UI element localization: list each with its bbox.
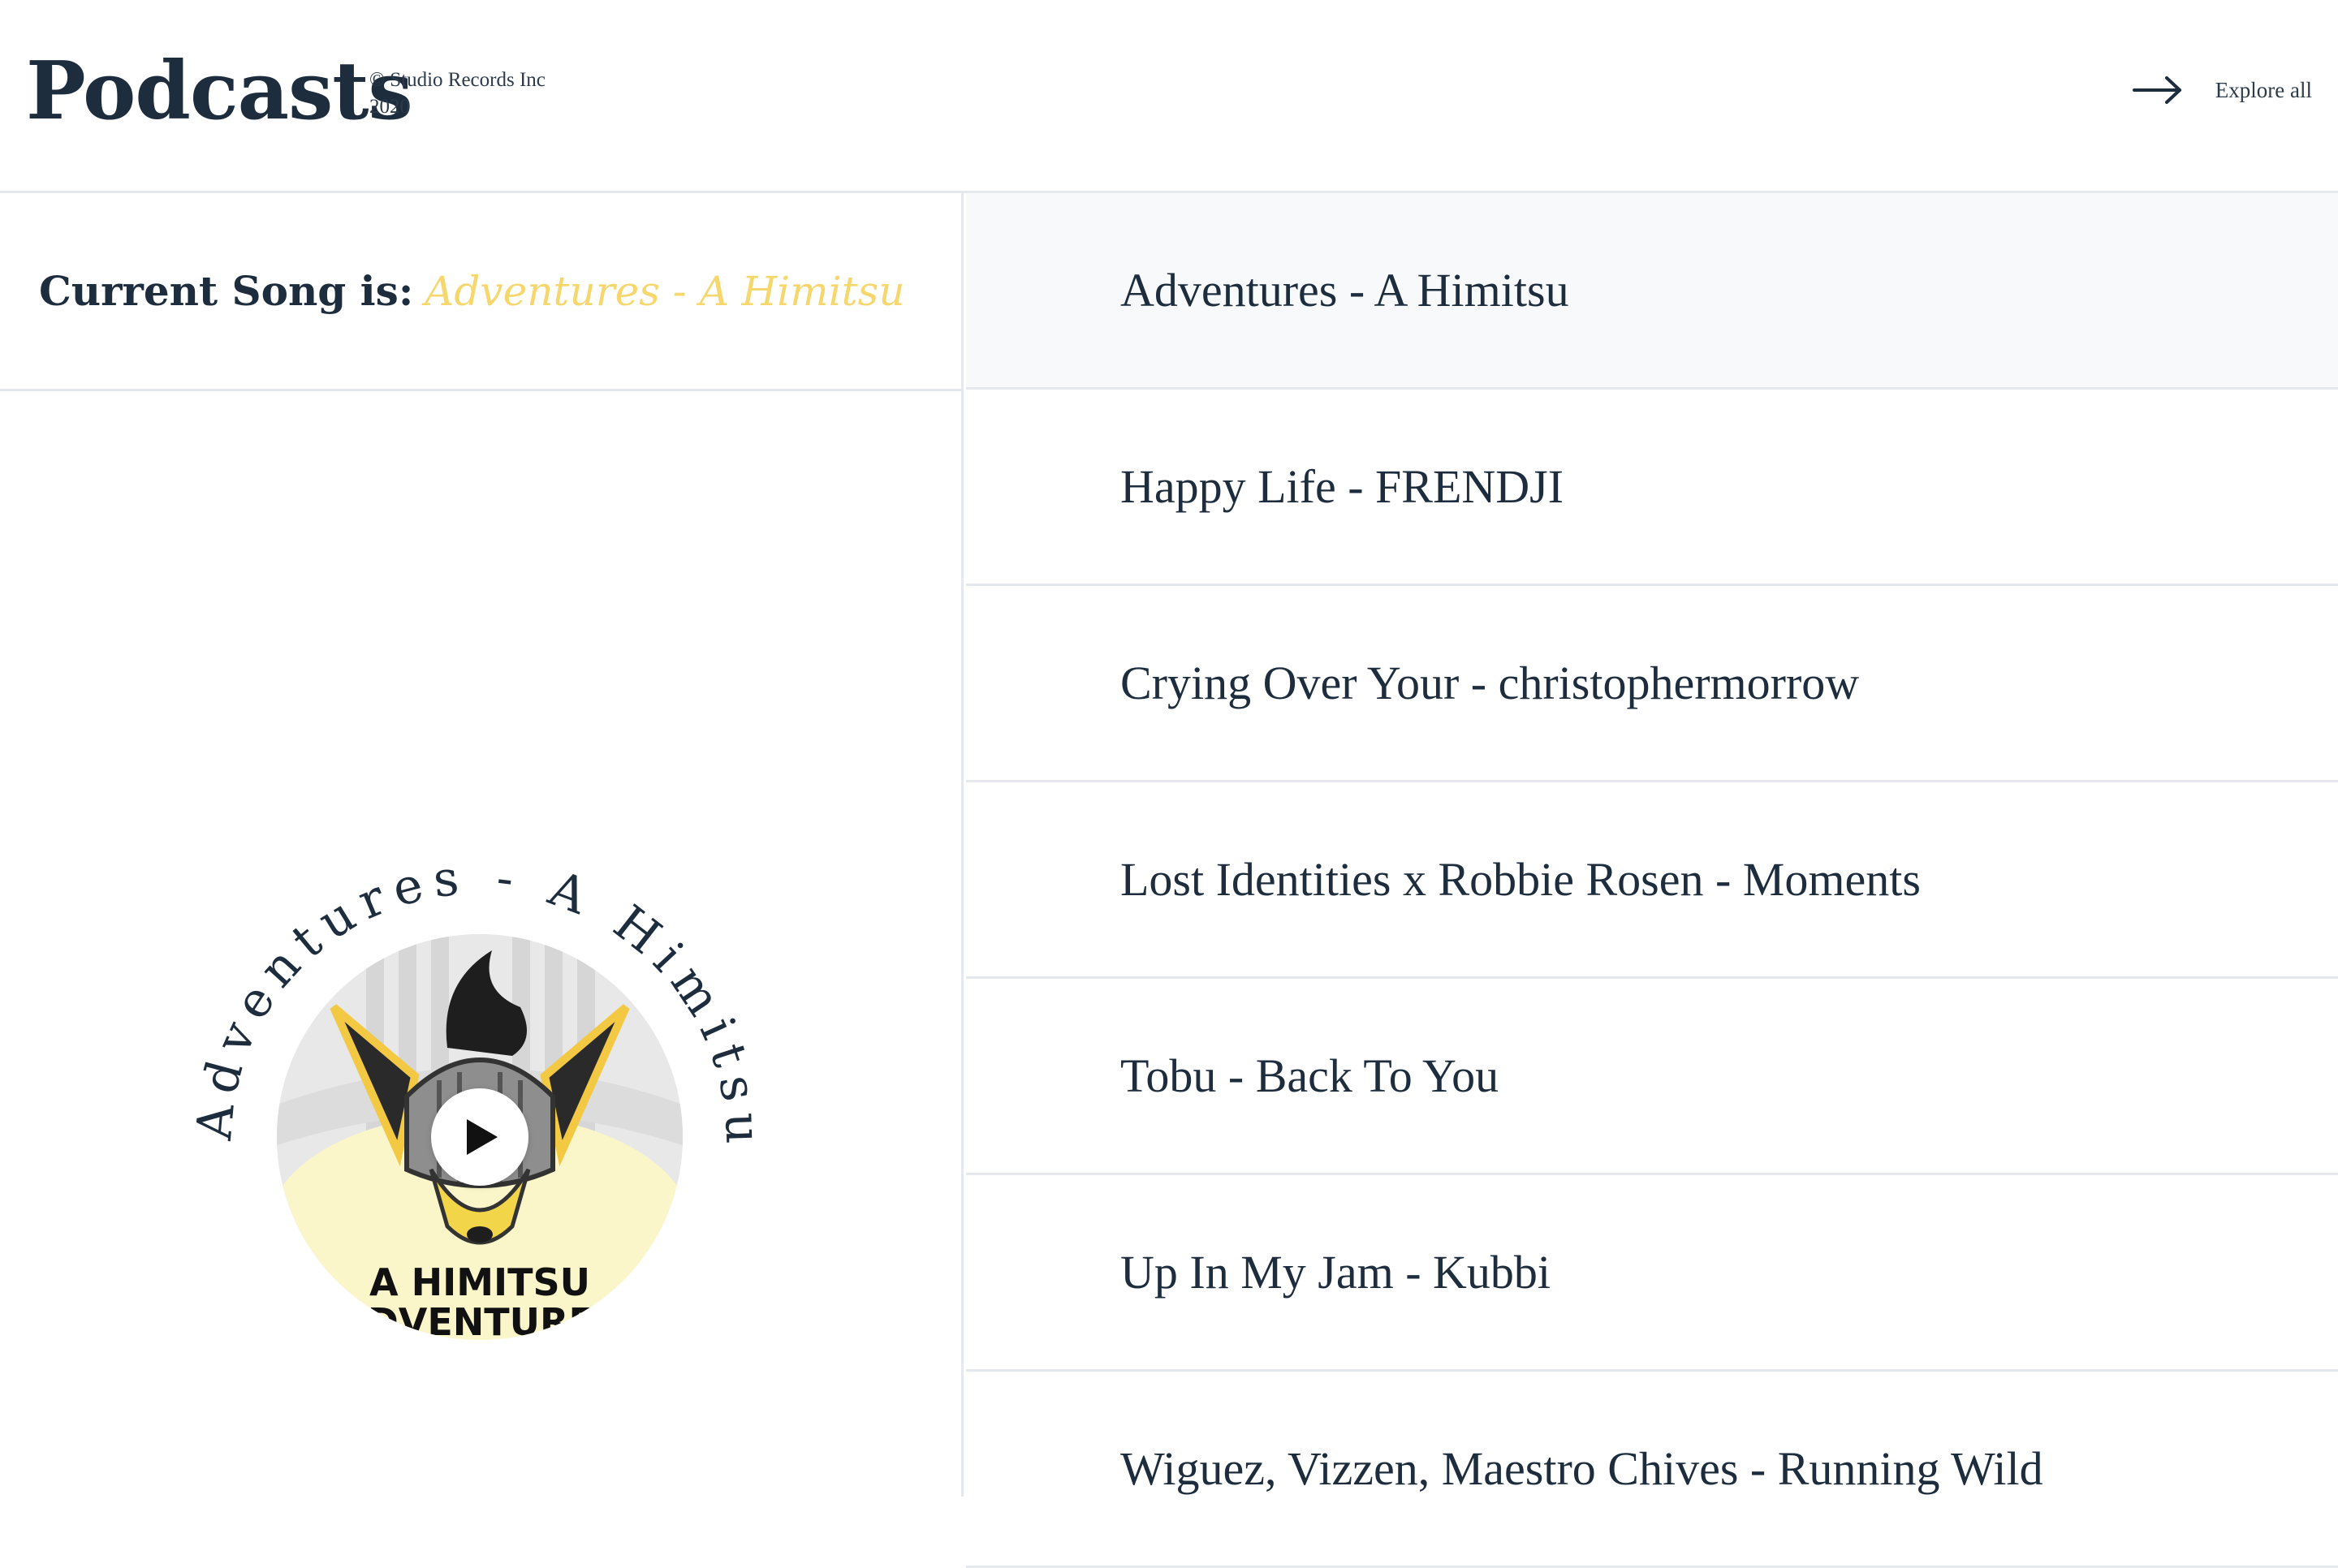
playlist: Adventures - A Himitsu Happy Life - FREN…	[966, 193, 2338, 1568]
playlist-item[interactable]: Wiguez, Vizzen, Maestro Chives - Running…	[966, 1372, 2338, 1568]
playlist-item[interactable]: Crying Over Your - christophermorrow	[966, 586, 2338, 782]
arrow-right-icon	[2132, 76, 2181, 104]
cover-text-line1: A HIMITSU	[369, 1260, 590, 1304]
playlist-item[interactable]: Tobu - Back To You	[966, 979, 2338, 1175]
now-playing-bar: Current Song is: Adventures - A Himitsu	[0, 193, 964, 391]
playlist-item[interactable]: Lost Identities x Robbie Rosen - Moments	[966, 782, 2338, 979]
copyright-text: © Studio Records Inc 2020	[369, 69, 546, 118]
play-button[interactable]	[431, 1088, 528, 1186]
current-song-title: Adventures - A Himitsu	[425, 267, 905, 315]
play-icon	[467, 1119, 498, 1155]
current-song-label: Current Song is:	[39, 267, 414, 315]
player-panel: Current Song is: Adventures - A Himitsu …	[0, 193, 964, 1497]
explore-all-link[interactable]: Explore all	[2132, 75, 2312, 106]
playlist-item[interactable]: Happy Life - FRENDJI	[966, 390, 2338, 586]
album-disc: Adventures - A Himitsu	[195, 857, 763, 1425]
page-title: Podcasts	[26, 45, 413, 138]
playlist-item[interactable]: Up In My Jam - Kubbi	[966, 1175, 2338, 1372]
playlist-item-active[interactable]: Adventures - A Himitsu	[966, 193, 2338, 390]
explore-all-label: Explore all	[2215, 77, 2312, 102]
page-header: Podcasts © Studio Records Inc 2020 Explo…	[0, 0, 2338, 193]
